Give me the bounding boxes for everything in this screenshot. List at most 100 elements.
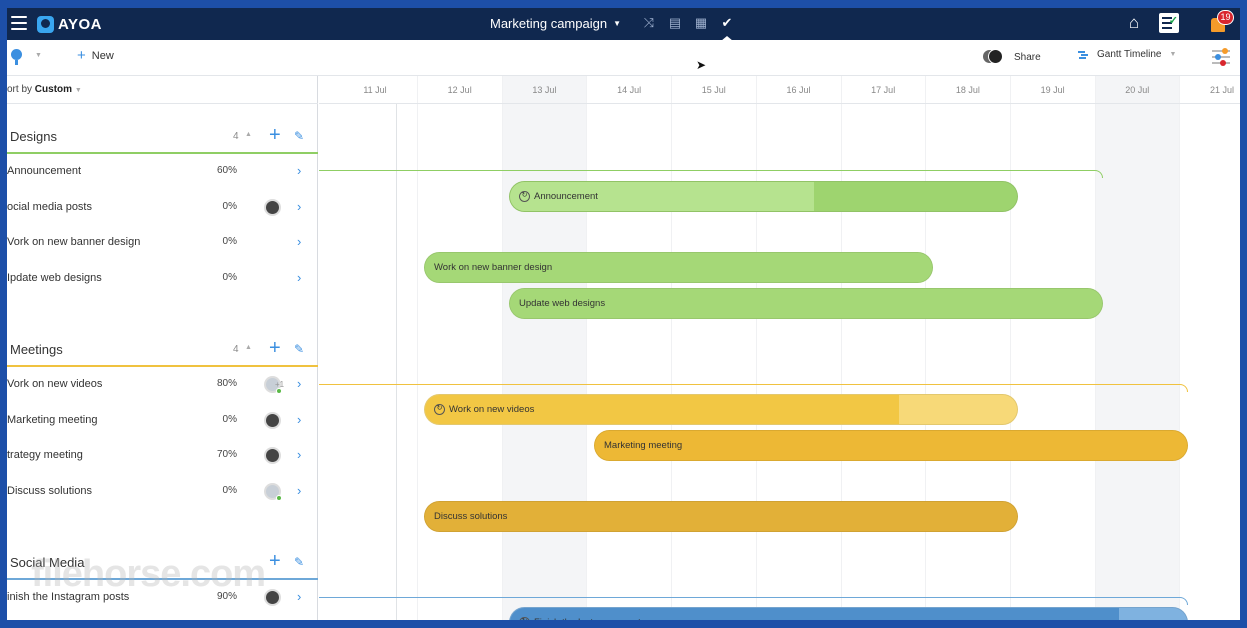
recurring-icon: ↻ <box>434 404 445 415</box>
chevron-down-icon: ▼ <box>1169 51 1177 58</box>
add-task-icon[interactable]: + <box>269 551 281 571</box>
task-row[interactable]: Discuss solutions 0% › <box>7 474 318 509</box>
gantt-task-bar[interactable]: Discuss solutions <box>424 501 1018 532</box>
bar-label: Discuss solutions <box>434 511 507 522</box>
collapse-icon[interactable]: ▲ <box>245 131 252 138</box>
notifications-button[interactable]: 19 <box>1209 10 1234 36</box>
chevron-right-icon[interactable]: › <box>297 199 301 214</box>
view-selector[interactable]: Gantt Timeline ▼ <box>1078 49 1176 60</box>
chevron-down-icon[interactable]: ▼ <box>35 52 42 59</box>
group-timeline-bracket <box>319 384 1188 392</box>
bar-label-text: Discuss solutions <box>434 511 508 522</box>
sort-by-label: ort by <box>7 84 33 95</box>
plus-icon: + <box>77 47 86 64</box>
bar-label: Update web designs <box>519 298 605 309</box>
bar-label-text: Marketing meeting <box>604 440 683 451</box>
group-header[interactable]: Designs 4 ▲ + ✎ <box>7 121 318 151</box>
task-row[interactable]: Ipdate web designs 0% › <box>7 261 318 296</box>
date-label: 21 Jul <box>1209 85 1235 95</box>
task-progress: 0% <box>222 413 237 425</box>
edit-pencil-icon[interactable]: ✎ <box>294 555 304 569</box>
bar-label: Work on new banner design <box>434 262 552 273</box>
task-row[interactable]: ocial media posts 0% › <box>7 190 318 225</box>
recurring-icon: ↻ <box>519 617 530 620</box>
date-label: 15 Jul <box>701 85 726 95</box>
assignee-avatar[interactable] <box>264 198 281 216</box>
bar-label: ↻ Finish the Instagram posts <box>519 617 645 620</box>
chevron-right-icon[interactable]: › <box>297 234 301 249</box>
sort-by-control[interactable]: ort by Custom ▼ <box>7 84 82 95</box>
share-label: Share <box>1014 51 1041 63</box>
mindmap-view-icon[interactable]: ⤨ <box>641 15 657 31</box>
shared-users-avatars <box>982 49 1004 65</box>
assignee-avatar[interactable] <box>264 447 281 464</box>
project-title[interactable]: Marketing campaign ▼ <box>490 16 621 31</box>
date-label: 11 Jul <box>363 85 387 95</box>
task-group: Designs 4 ▲ + ✎ Announcement 60% › ocial media p… <box>7 121 318 285</box>
task-name: Announcement <box>7 165 81 177</box>
list-view-icon[interactable]: ▤ <box>667 15 683 31</box>
my-tasks-icon[interactable] <box>1159 13 1179 33</box>
task-progress: 70% <box>216 449 237 460</box>
chevron-right-icon[interactable]: › <box>297 589 301 604</box>
task-progress: 0% <box>222 236 237 247</box>
group-name: Meetings <box>10 342 63 357</box>
logo[interactable]: AYOA <box>37 14 102 34</box>
gantt-task-bar[interactable]: ↻ Work on new videos <box>424 394 1018 425</box>
chevron-right-icon[interactable]: › <box>297 412 301 427</box>
gantt-chart: 11 Jul 12 Jul 13 Jul 14 Jul 15 Jul 16 Jul 17 J… <box>319 76 1240 620</box>
watermark: filehorse.com <box>31 553 266 595</box>
task-row[interactable]: Announcement 60% › <box>7 154 318 189</box>
task-row[interactable]: trategy meeting 70% › <box>7 438 318 473</box>
gantt-task-bar[interactable]: Update web designs <box>509 288 1103 319</box>
view-selector-label: Gantt Timeline <box>1097 49 1162 60</box>
task-view-icon[interactable]: ✔ <box>719 15 735 31</box>
task-progress: 0% <box>222 484 237 496</box>
idea-bulb-icon[interactable] <box>11 49 23 65</box>
group-timeline-bracket <box>319 597 1188 605</box>
task-row[interactable]: Vork on new videos 80% +1 › <box>7 367 318 402</box>
task-progress: 0% <box>222 271 237 283</box>
chevron-right-icon[interactable]: › <box>297 447 301 462</box>
chevron-right-icon[interactable]: › <box>297 483 301 498</box>
gantt-task-bar[interactable]: Work on new banner design <box>424 252 933 283</box>
divider <box>7 103 318 104</box>
bar-label-text: Work on new videos <box>449 404 535 415</box>
home-icon[interactable]: ⌂ <box>1124 14 1144 32</box>
bar-label-text: Finish the Instagram posts <box>534 617 645 620</box>
collapse-icon[interactable]: ▲ <box>245 344 252 351</box>
date-label: 20 Jul <box>1125 85 1150 95</box>
date-label: 19 Jul <box>1040 85 1065 95</box>
board-view-icon[interactable]: ▦ <box>693 15 709 31</box>
add-task-icon[interactable]: + <box>269 125 281 145</box>
task-name: Marketing meeting <box>7 413 98 426</box>
task-row[interactable]: Marketing meeting 0% › <box>7 403 318 438</box>
add-task-icon[interactable]: + <box>269 338 281 358</box>
assignee-avatar[interactable] <box>264 482 282 501</box>
gantt-task-bar[interactable]: ↻ Announcement <box>509 181 1018 212</box>
gantt-task-bar[interactable]: Marketing meeting <box>594 430 1188 461</box>
chevron-right-icon[interactable]: › <box>297 376 301 391</box>
date-label: 12 Jul <box>447 85 472 95</box>
gantt-task-bar[interactable]: ↻ Finish the Instagram posts <box>509 607 1188 620</box>
share-button[interactable]: Share <box>982 49 1041 65</box>
day-gridline <box>1009 76 1011 620</box>
menu-icon[interactable] <box>11 16 27 30</box>
chevron-right-icon[interactable]: › <box>297 163 301 178</box>
task-row[interactable]: Vork on new banner design 0% › <box>7 225 318 260</box>
bar-label: ↻ Work on new videos <box>434 404 534 415</box>
edit-pencil-icon[interactable]: ✎ <box>294 342 304 356</box>
filter-settings-icon[interactable] <box>1212 47 1230 67</box>
task-progress: 80% <box>216 378 237 389</box>
extra-assignees-count: +1 <box>275 380 285 389</box>
edit-pencil-icon[interactable]: ✎ <box>294 129 304 143</box>
group-name: Designs <box>10 129 57 144</box>
chevron-down-icon: ▼ <box>613 19 621 28</box>
chevron-down-icon: ▼ <box>74 87 82 94</box>
group-header[interactable]: Meetings 4 ▲ + ✎ <box>7 334 318 364</box>
chevron-right-icon[interactable]: › <box>297 270 301 285</box>
assignee-avatar[interactable] <box>264 589 281 606</box>
assignee-avatar[interactable] <box>264 411 281 429</box>
toolbar: ▼ + New Share Gantt Timeline ▼ <box>7 40 1240 76</box>
new-button[interactable]: + New <box>77 47 114 64</box>
